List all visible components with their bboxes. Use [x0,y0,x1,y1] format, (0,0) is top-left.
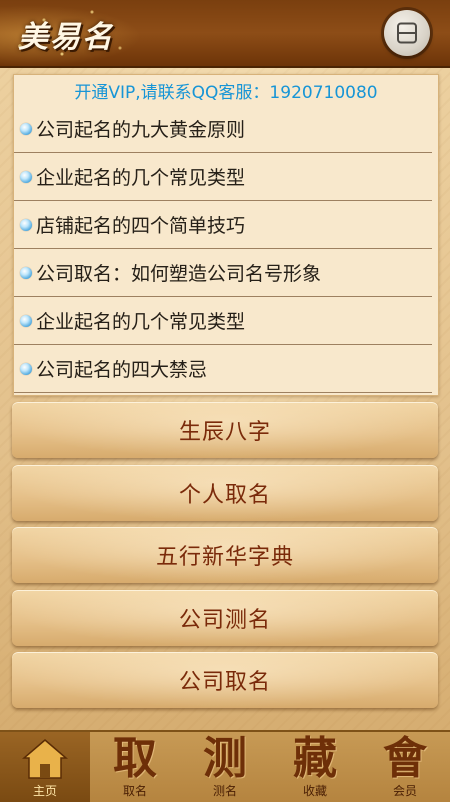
menu-list-icon [397,22,417,44]
nav-name-test[interactable]: 测 测名 [180,732,270,802]
article-panel: 开通VIP,请联系QQ客服：1920710080 公司起名的九大黄金原则 企业起… [13,74,439,396]
bullet-dot-icon [20,218,32,231]
article-item[interactable]: 公司起名的九大黄金原则 [14,105,432,153]
nav-name-test-label: 测名 [212,784,237,798]
app-header: 美易名 [0,0,450,68]
bazi-button-label: 生辰八字 [178,420,271,445]
article-title: 公司起名的九大黄金原则 [36,119,246,141]
article-title: 公司取名：如何塑造公司名号形象 [36,263,322,285]
nav-favorites[interactable]: 藏 收藏 [270,732,360,802]
personal-naming-button-label: 个人取名 [178,483,271,508]
article-item[interactable]: 公司起名的四大禁忌 [14,345,432,393]
company-name-test-button-label: 公司测名 [178,608,271,633]
home-icon [22,739,68,779]
article-title: 企业起名的几个常见类型 [36,167,246,189]
bullet-dot-icon [20,170,32,183]
article-list: 公司起名的九大黄金原则 企业起名的几个常见类型 店铺起名的四个简单技巧 公司取名… [14,105,438,393]
nav-naming-glyph: 取 [113,733,157,784]
company-naming-button-label: 公司取名 [178,670,271,695]
personal-naming-button[interactable]: 个人取名 [12,465,438,521]
nav-favorites-label: 收藏 [302,784,327,798]
five-elements-dictionary-button[interactable]: 五行新华字典 [12,527,438,583]
nav-naming-label: 取名 [122,784,147,798]
nav-home[interactable]: 主页 [0,732,90,802]
article-item[interactable]: 店铺起名的四个简单技巧 [14,201,432,249]
article-title: 公司起名的四大禁忌 [36,359,208,381]
nav-member-glyph: 會 [383,733,427,784]
article-title: 企业起名的几个常见类型 [36,311,246,333]
nav-member[interactable]: 會 会员 [360,732,450,802]
article-item[interactable]: 企业起名的几个常见类型 [14,297,432,345]
nav-favorites-glyph: 藏 [293,733,337,784]
article-item[interactable]: 公司取名：如何塑造公司名号形象 [14,249,432,297]
bazi-button[interactable]: 生辰八字 [12,402,438,458]
company-naming-button[interactable]: 公司取名 [12,652,438,708]
nav-home-label: 主页 [32,784,57,798]
bullet-dot-icon [20,314,32,327]
nav-member-label: 会员 [392,784,417,798]
bullet-dot-icon [20,362,32,375]
menu-button[interactable] [384,10,430,56]
app-title: 美易名 [18,20,114,55]
article-item[interactable]: 企业起名的几个常见类型 [14,153,432,201]
five-elements-dictionary-button-label: 五行新华字典 [155,545,294,570]
bullet-dot-icon [20,122,32,135]
nav-name-test-glyph: 测 [203,733,247,784]
company-name-test-button[interactable]: 公司测名 [12,590,438,646]
nav-naming[interactable]: 取 取名 [90,732,180,802]
bullet-dot-icon [20,266,32,279]
article-title: 店铺起名的四个简单技巧 [36,215,246,237]
bottom-nav: 主页 取 取名 测 测名 藏 收藏 會 会员 [0,730,450,802]
vip-notice[interactable]: 开通VIP,请联系QQ客服：1920710080 [14,78,438,103]
